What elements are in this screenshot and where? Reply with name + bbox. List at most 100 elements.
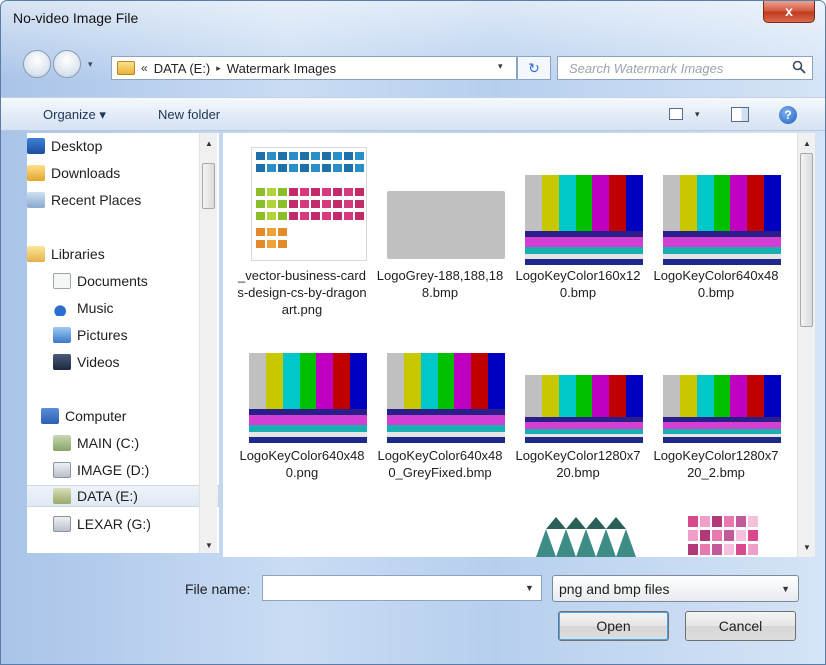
back-button[interactable] [23, 50, 51, 78]
nav-item-downloads[interactable]: Downloads [27, 162, 120, 184]
color-bar [609, 375, 627, 417]
business-card-swatch [278, 240, 287, 248]
tile-swatch [724, 530, 734, 541]
file-type-dropdown-icon[interactable]: ▼ [781, 584, 790, 594]
nav-item-music[interactable]: Music [53, 297, 114, 319]
file-name: LogoKeyColor1280x720.bmp [515, 448, 641, 480]
file-list-scrollbar[interactable]: ▲ ▼ [797, 133, 815, 557]
view-options-dropdown-icon[interactable]: ▾ [695, 109, 700, 120]
address-dropdown-icon[interactable]: ▾ [498, 61, 503, 72]
nav-item-drive-lexar[interactable]: LEXAR (G:) [53, 513, 151, 535]
business-card-swatch [278, 152, 287, 160]
color-stripe [663, 247, 781, 254]
file-name: LogoKeyColor640x480_GreyFixed.bmp [377, 448, 503, 480]
scroll-down-icon[interactable]: ▼ [205, 541, 213, 550]
business-card-swatch [278, 164, 287, 172]
business-card-swatch [344, 212, 353, 220]
nav-item-drive-image[interactable]: IMAGE (D:) [53, 459, 149, 481]
business-card-swatch [322, 152, 331, 160]
color-bar [525, 175, 542, 231]
open-button[interactable]: Open [558, 611, 669, 641]
breadcrumb-separator-icon[interactable]: ▸ [216, 63, 221, 74]
tile-swatch [700, 544, 710, 555]
documents-icon [53, 273, 71, 289]
cancel-button[interactable]: Cancel [685, 611, 796, 641]
business-card-swatch [344, 188, 353, 196]
file-thumbnail [663, 175, 782, 265]
nav-item-libraries[interactable]: Libraries [27, 243, 105, 265]
system-drive-icon [53, 435, 71, 451]
file-name-dropdown-icon[interactable]: ▼ [525, 583, 534, 593]
computer-icon [41, 408, 59, 424]
change-view-icon[interactable] [669, 108, 683, 120]
nav-item-recent-places[interactable]: Recent Places [27, 189, 141, 211]
desktop-icon [27, 138, 45, 154]
color-bars-thumbnail [663, 175, 782, 265]
file-dialog-window: No-video Image File x ▾ « DATA (E:) ▸ Wa… [0, 0, 826, 665]
navigation-pane-scrollbar[interactable]: ▲ ▼ [199, 133, 217, 553]
color-bar [713, 375, 731, 417]
scrollbar-thumb[interactable] [800, 153, 813, 327]
file-name-input[interactable]: ▼ [262, 575, 542, 601]
business-card-swatch [333, 212, 342, 220]
color-bar [730, 175, 748, 231]
breadcrumb-folder[interactable]: Watermark Images [227, 61, 336, 76]
nav-item-videos[interactable]: Videos [53, 351, 120, 373]
breadcrumb-drive[interactable]: DATA (E:) [154, 61, 211, 76]
tile-swatch [736, 544, 746, 555]
business-cards-thumbnail [251, 147, 367, 261]
business-card-swatch [267, 228, 276, 236]
refresh-button[interactable]: ↻ [517, 56, 551, 80]
search-box[interactable]: Search Watermark Images [557, 56, 813, 80]
nav-item-pictures[interactable]: Pictures [53, 324, 128, 346]
tile-swatch [724, 544, 734, 555]
recent-locations-dropdown-icon[interactable]: ▾ [88, 59, 93, 70]
color-stripe [387, 415, 505, 425]
help-icon[interactable]: ? [779, 106, 797, 124]
business-card-swatch [278, 212, 287, 220]
business-card-swatch [344, 200, 353, 208]
search-icon[interactable] [792, 60, 806, 74]
business-card-swatch [333, 188, 342, 196]
nav-item-label: LEXAR (G:) [77, 516, 151, 532]
nav-item-computer[interactable]: Computer [41, 405, 126, 427]
address-bar[interactable]: « DATA (E:) ▸ Watermark Images ▾ [111, 56, 517, 80]
navigation-pane: Desktop Downloads Recent Places Librarie… [27, 133, 219, 553]
business-card-swatch [256, 164, 265, 172]
nav-item-desktop[interactable]: Desktop [27, 135, 102, 157]
command-toolbar: Organize ▾ New folder ▾ ? [1, 97, 825, 131]
tile-swatch [700, 516, 710, 527]
scroll-up-icon[interactable]: ▲ [803, 139, 811, 148]
close-button[interactable]: x [763, 1, 815, 23]
preview-pane-icon[interactable] [731, 107, 749, 122]
color-bar [541, 375, 559, 417]
nav-item-documents[interactable]: Documents [53, 270, 148, 292]
music-icon [53, 300, 71, 316]
file-name: LogoKeyColor160x120.bmp [515, 268, 641, 300]
tile-swatch [712, 530, 722, 541]
scroll-up-icon[interactable]: ▲ [205, 139, 213, 148]
nav-item-drive-main[interactable]: MAIN (C:) [53, 432, 139, 454]
nav-item-label: MAIN (C:) [77, 435, 140, 451]
nav-item-drive-data[interactable]: DATA (E:) [27, 485, 219, 507]
file-type-select[interactable]: png and bmp files ▼ [552, 575, 799, 602]
scroll-down-icon[interactable]: ▼ [803, 543, 811, 552]
business-card-swatch [256, 212, 265, 220]
business-card-swatch [289, 164, 298, 172]
color-bar [558, 375, 576, 417]
title-bar[interactable]: No-video Image File x [1, 1, 825, 35]
pictures-icon [53, 327, 71, 343]
forward-button[interactable] [53, 50, 81, 78]
organize-button[interactable]: Organize ▾ [43, 107, 106, 123]
business-card-swatch [300, 152, 309, 160]
color-bar [299, 353, 317, 409]
nav-item-label: Desktop [51, 138, 103, 154]
tile-swatch [712, 516, 722, 527]
new-folder-button[interactable]: New folder [158, 107, 220, 122]
window-title: No-video Image File [13, 10, 139, 26]
business-card-swatch [256, 188, 265, 196]
business-card-swatch [289, 200, 298, 208]
breadcrumb-overflow[interactable]: « [141, 61, 148, 75]
scrollbar-thumb[interactable] [202, 163, 215, 209]
pattern-thumbnail [531, 513, 641, 557]
